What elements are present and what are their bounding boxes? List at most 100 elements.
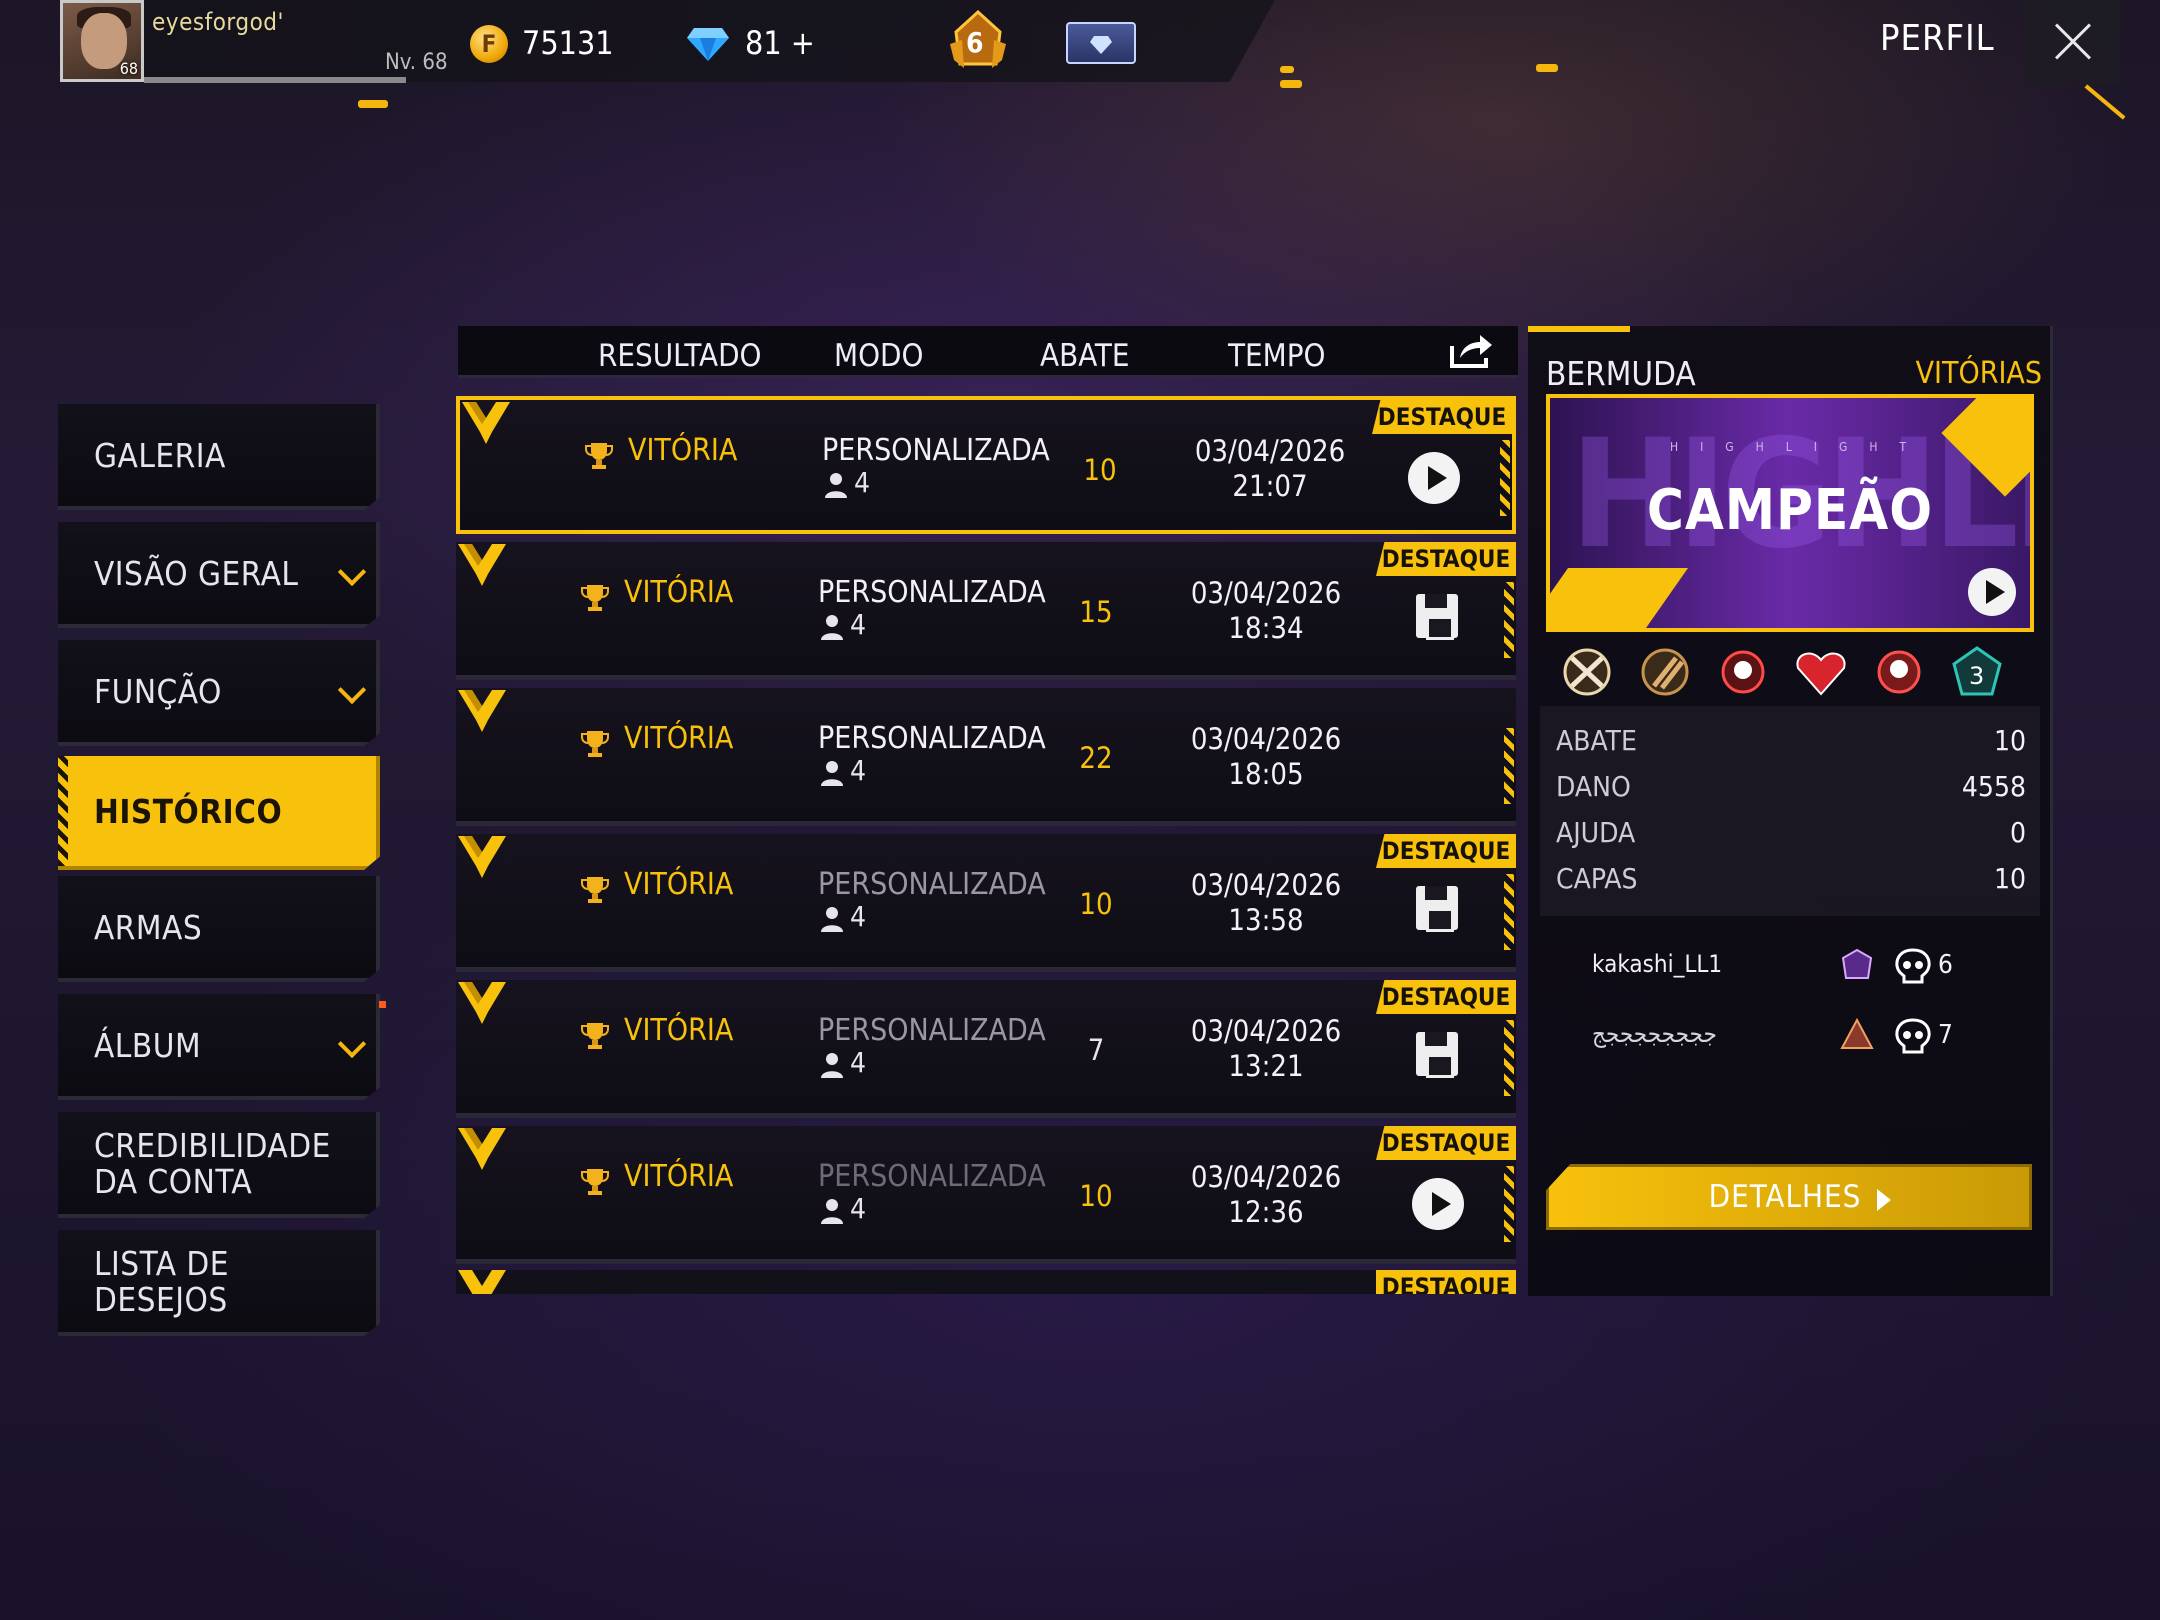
- player-count: 4: [850, 608, 867, 641]
- teammate-name[interactable]: kakashi_LL1: [1592, 950, 1722, 978]
- match-date: 03/04/2026: [1194, 434, 1346, 468]
- match-datetime: 03/04/2026 21:07: [1190, 434, 1350, 504]
- player-count: 4: [850, 754, 867, 787]
- save-highlight-icon[interactable]: [1416, 886, 1458, 932]
- highlight-badge: DESTAQUE: [1376, 1270, 1516, 1294]
- match-result: VITÓRIA: [624, 1013, 734, 1048]
- trophy-icon: [581, 1023, 609, 1049]
- match-result: VITÓRIA: [628, 433, 738, 468]
- table-row[interactable]: VITÓRIA PERSONALIZADA 4 22 03/04/2026 18:05: [456, 688, 1516, 826]
- stat-value: 4558: [1961, 770, 2026, 803]
- play-highlight-button[interactable]: [1968, 568, 2016, 616]
- medal-icon[interactable]: 3: [1946, 642, 2008, 702]
- table-row[interactable]: VITÓRIA PERSONALIZADA 4 10 03/04/2026 21:07 DE…: [456, 396, 1516, 534]
- medal-icon[interactable]: [1634, 642, 1696, 702]
- play-highlight-button[interactable]: [1408, 452, 1460, 504]
- match-mode: PERSONALIZADA: [818, 1159, 1046, 1194]
- details-button[interactable]: DETALHES: [1546, 1164, 2032, 1230]
- column-header-abate: ABATE: [1040, 338, 1130, 374]
- match-result: VITÓRIA: [624, 867, 734, 902]
- match-kills: 10: [1079, 1179, 1113, 1213]
- save-highlight-icon[interactable]: [1416, 1032, 1458, 1078]
- ceiling-light: [1536, 64, 1558, 72]
- match-logo-icon: [458, 982, 506, 1024]
- player-icon: [821, 615, 843, 640]
- add-diamonds-button[interactable]: +: [791, 24, 815, 62]
- rank-number: 6: [966, 26, 984, 59]
- match-logo-icon: [458, 1128, 506, 1170]
- match-mode: PERSONALIZADA: [822, 433, 1050, 468]
- avatar-level: 68: [119, 59, 138, 78]
- teammate-kills: 7: [1938, 1020, 1953, 1050]
- sidebar-item-galeria[interactable]: GALERIA: [58, 404, 380, 510]
- highlight-badge: DESTAQUE: [1372, 400, 1512, 434]
- highlight-badge: DESTAQUE: [1376, 980, 1516, 1014]
- medal-icon[interactable]: [1868, 642, 1930, 702]
- teammate-name[interactable]: ججججججججج: [1592, 1020, 1717, 1048]
- player-icon: [821, 761, 843, 786]
- medal-icon[interactable]: [1712, 642, 1774, 702]
- table-row[interactable]: VITÓRIA PERSONALIZADA 4 10 03/04/2026 13:58 DE…: [456, 834, 1516, 972]
- match-time: 18:05: [1228, 757, 1304, 791]
- sidebar-item-credibilidade[interactable]: CREDIBILIDADE DA CONTA: [58, 1112, 380, 1218]
- match-result: VITÓRIA: [624, 721, 734, 756]
- table-row[interactable]: VITÓRIA PERSONALIZADA 4 7 03/04/2026 13:21 DES…: [456, 980, 1516, 1118]
- corner-accent: [2084, 84, 2126, 120]
- chevron-down-icon: [337, 557, 367, 587]
- sidebar-item-label: ÁLBUM: [94, 1026, 202, 1065]
- elite-pass-card-icon[interactable]: [1066, 22, 1136, 64]
- stat-label: DANO: [1556, 770, 1631, 803]
- player-icon: [825, 473, 847, 498]
- sidebar-item-armas[interactable]: ARMAS: [58, 876, 380, 982]
- sidebar-item-lista-desejos[interactable]: LISTA DE DESEJOS: [58, 1230, 380, 1336]
- stat-value: 10: [1993, 724, 2026, 757]
- stat-value: 10: [1993, 862, 2026, 895]
- highlight-banner[interactable]: HIGHLIGHT HIGHLIGHT CAMPEÃO: [1546, 394, 2034, 632]
- player-count: 4: [854, 466, 871, 499]
- player-icon: [821, 1199, 843, 1224]
- play-highlight-button[interactable]: [1412, 1178, 1464, 1230]
- teammate-kills: 6: [1938, 950, 1953, 980]
- medal-icon[interactable]: [1556, 642, 1618, 702]
- match-logo-icon: [458, 690, 506, 732]
- username: eyesforgod': [152, 8, 284, 36]
- avatar[interactable]: 68: [60, 0, 144, 82]
- highlight-badge: DESTAQUE: [1376, 834, 1516, 868]
- kills-skull-icon: [1895, 1018, 1931, 1054]
- match-date: 03/04/2026: [1190, 722, 1342, 756]
- table-row[interactable]: VITÓRIA PERSONALIZADA 4 10 03/04/2026 12:36 DE…: [456, 1126, 1516, 1264]
- row-hatch: [1504, 1020, 1514, 1096]
- sidebar-item-label: VISÃO GERAL: [94, 554, 299, 593]
- match-kills: 10: [1083, 453, 1117, 487]
- sidebar-item-visao-geral[interactable]: VISÃO GERAL: [58, 522, 380, 628]
- stat-label: AJUDA: [1556, 816, 1636, 849]
- row-hatch: [1504, 582, 1514, 658]
- match-date: 03/04/2026: [1190, 1014, 1342, 1048]
- sidebar-item-album[interactable]: ÁLBUM: [58, 994, 380, 1100]
- column-header-modo: MODO: [834, 338, 924, 374]
- stat-row-abate: ABATE 10: [1556, 718, 2026, 762]
- match-logo-icon: [458, 544, 506, 586]
- save-highlight-icon[interactable]: [1416, 594, 1458, 640]
- highlight-badge: DESTAQUE: [1376, 1126, 1516, 1160]
- guild-badge-icon: [1840, 1018, 1874, 1049]
- match-mode: PERSONALIZADA: [818, 721, 1046, 756]
- map-name: BERMUDA: [1546, 354, 1696, 393]
- table-row[interactable]: DESTAQUE: [456, 1270, 1516, 1294]
- diamond-value[interactable]: 81 +: [745, 24, 815, 62]
- sidebar-item-label: HISTÓRICO: [94, 792, 283, 831]
- table-row[interactable]: VITÓRIA PERSONALIZADA 4 15 03/04/2026 18:34 DE…: [456, 542, 1516, 680]
- match-date: 03/04/2026: [1190, 868, 1342, 902]
- sidebar-item-funcao[interactable]: FUNÇÃO: [58, 640, 380, 746]
- share-icon[interactable]: [1448, 332, 1494, 370]
- sidebar-item-label: FUNÇÃO: [94, 672, 222, 711]
- stat-row-capas: CAPAS 10: [1556, 856, 2026, 900]
- sidebar-item-historico[interactable]: HISTÓRICO: [58, 756, 380, 870]
- medal-icon[interactable]: [1790, 642, 1852, 702]
- history-table-header: RESULTADO MODO ABATE TEMPO: [458, 326, 1518, 378]
- chevron-down-icon: [337, 675, 367, 705]
- match-datetime: 03/04/2026 18:05: [1186, 722, 1346, 792]
- match-kills: 10: [1079, 887, 1113, 921]
- player-count: 4: [850, 900, 867, 933]
- close-button[interactable]: [2025, 0, 2120, 85]
